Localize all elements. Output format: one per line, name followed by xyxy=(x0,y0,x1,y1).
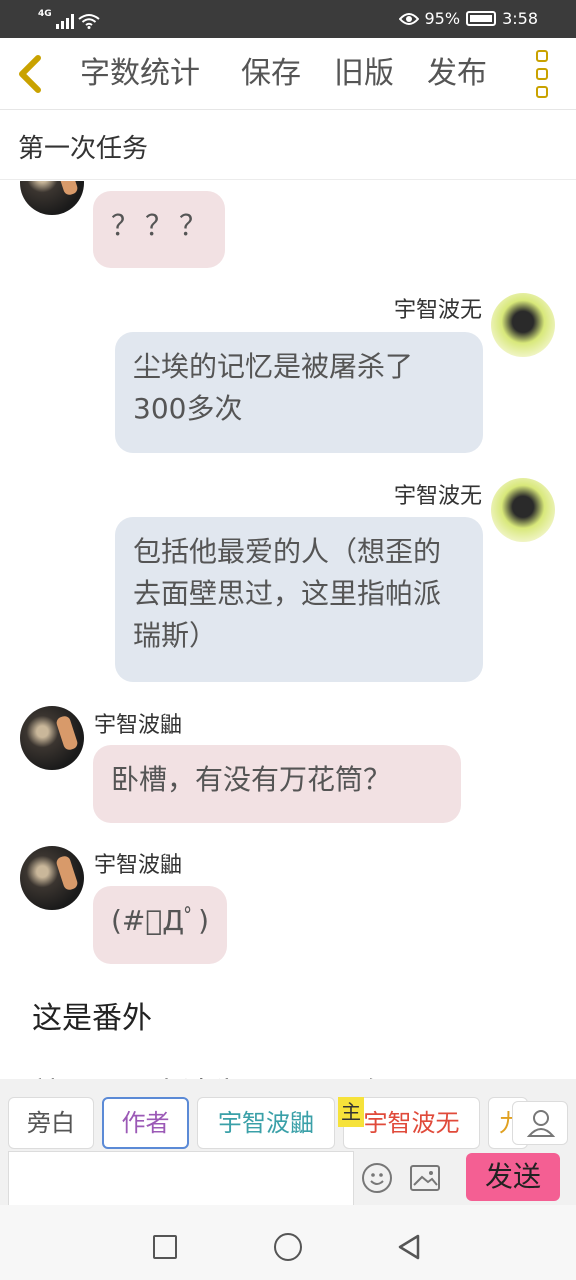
main-character-tag: 主 xyxy=(338,1097,364,1127)
more-vert-icon[interactable] xyxy=(536,50,552,98)
avatar[interactable] xyxy=(20,846,84,910)
system-nav-bar xyxy=(0,1205,576,1280)
wifi-icon xyxy=(78,14,100,29)
back-chevron-icon[interactable] xyxy=(14,52,50,96)
battery-icon xyxy=(466,11,497,26)
avatar[interactable] xyxy=(491,293,555,357)
publish-button[interactable]: 发布 xyxy=(427,54,487,94)
message-bubble[interactable]: ？？？ xyxy=(93,191,225,268)
avatar[interactable] xyxy=(20,706,84,770)
old-version-button[interactable]: 旧版 xyxy=(334,54,394,94)
narration-text[interactable]: 这是番外 xyxy=(32,993,152,1037)
word-count-button[interactable]: 字数统计 xyxy=(80,54,200,94)
sender-name: 宇智波无 xyxy=(393,484,482,509)
clock: 3:58 xyxy=(502,9,538,28)
message-bubble[interactable]: (#ﾟДﾟ) xyxy=(93,886,227,964)
chat-area[interactable]: ？？？ 宇智波无 尘埃的记忆是被屠杀了300多次 宇智波无 包括他最爱的人（想歪… xyxy=(0,181,576,1079)
person-icon[interactable] xyxy=(512,1101,568,1145)
composer-panel: 旁白 作者 宇智波鼬 宇智波无 主 九 发送 xyxy=(0,1079,576,1207)
emoji-icon[interactable] xyxy=(362,1163,392,1193)
sender-name: 宇智波鼬 xyxy=(94,713,183,738)
sender-name: 宇智波无 xyxy=(393,298,482,323)
message-bubble[interactable]: 包括他最爱的人（想歪的去面壁思过，这里指帕派瑞斯） xyxy=(115,517,483,682)
message-bubble[interactable]: 尘埃的记忆是被屠杀了300多次 xyxy=(115,332,483,453)
eye-icon xyxy=(398,12,419,25)
page-title[interactable]: 第一次任务 xyxy=(18,128,148,165)
role-chip-char1[interactable]: 宇智波鼬 xyxy=(197,1097,335,1149)
nav-back-icon[interactable] xyxy=(396,1233,422,1261)
message-input[interactable] xyxy=(8,1151,354,1207)
avatar[interactable] xyxy=(20,181,84,215)
send-button[interactable]: 发送 xyxy=(466,1153,560,1201)
narration-text[interactable]: 就是一切占消失可以不二年五 xyxy=(32,1069,422,1079)
signal-icon xyxy=(55,13,74,29)
editor-toolbar: 字数统计 保存 旧版 发布 xyxy=(0,38,576,110)
network-type: 4G xyxy=(38,9,52,19)
status-bar: 4G 95% 3:58 xyxy=(0,0,576,38)
sender-name: 宇智波鼬 xyxy=(94,853,183,878)
status-right: 95% 3:58 xyxy=(398,9,538,28)
avatar[interactable] xyxy=(491,478,555,542)
status-left: 4G xyxy=(38,9,100,29)
nav-circle-icon[interactable] xyxy=(274,1233,302,1261)
role-chip-aside[interactable]: 旁白 xyxy=(8,1097,94,1149)
chapter-title-bar: 第一次任务 xyxy=(0,110,576,180)
battery-percent: 95% xyxy=(424,9,461,28)
save-button[interactable]: 保存 xyxy=(241,54,301,94)
role-chip-author[interactable]: 作者 xyxy=(102,1097,189,1149)
image-icon[interactable] xyxy=(410,1165,440,1191)
message-bubble[interactable]: 卧槽，有没有万花筒？ xyxy=(93,745,461,823)
nav-square-icon[interactable] xyxy=(153,1235,177,1259)
